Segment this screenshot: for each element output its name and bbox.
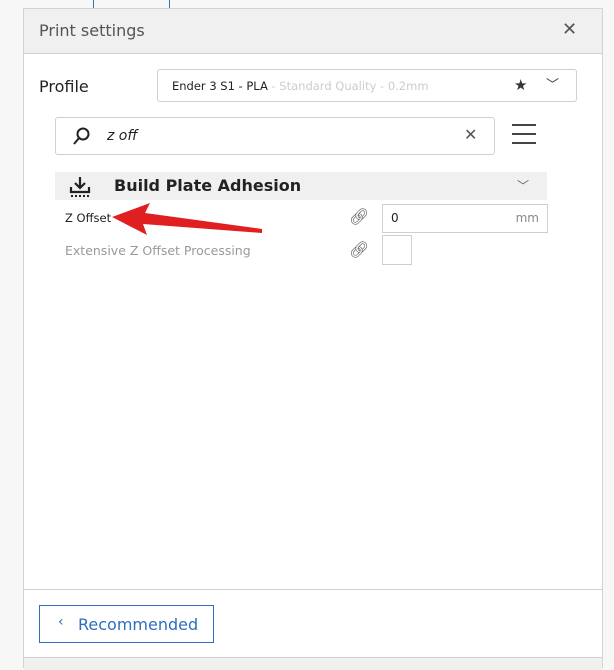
profile-printer: Ender 3 S1 - PLA [172, 79, 268, 93]
extensive-z-offset-checkbox[interactable] [382, 235, 412, 265]
profile-dropdown[interactable]: Ender 3 S1 - PLA - Standard Quality - 0.… [157, 69, 577, 102]
setting-label-z-offset: Z Offset [65, 211, 112, 225]
footer-divider [24, 589, 602, 590]
background-line [93, 0, 94, 8]
recommended-button[interactable]: ‹ Recommended [39, 605, 214, 643]
setting-label-extensive-z-offset: Extensive Z Offset Processing [65, 243, 251, 258]
panel-header: Print settings ✕ [24, 9, 602, 54]
background-line [169, 0, 170, 8]
resize-handle[interactable] [24, 657, 602, 670]
build-plate-adhesion-icon [69, 177, 91, 197]
settings-menu-button[interactable] [512, 124, 536, 144]
close-icon[interactable]: ✕ [562, 19, 577, 40]
chevron-down-icon: ﹀ [546, 78, 560, 93]
z-offset-input[interactable]: 0 mm [382, 204, 548, 233]
category-title: Build Plate Adhesion [114, 176, 302, 195]
search-icon [73, 127, 90, 145]
link-icon: 🔗︎ [349, 240, 370, 259]
z-offset-value: 0 [391, 211, 399, 225]
search-value: z off [107, 128, 138, 144]
z-offset-unit: mm [515, 211, 539, 225]
panel-title: Print settings [39, 21, 145, 40]
link-icon: 🔗︎ [349, 207, 370, 226]
clear-search-icon[interactable]: ✕ [464, 125, 477, 144]
annotation-arrow [112, 203, 262, 235]
category-build-plate-adhesion[interactable]: Build Plate Adhesion ﹀ [55, 172, 547, 200]
star-icon[interactable]: ★ [514, 76, 527, 94]
recommended-label: Recommended [78, 615, 199, 634]
chevron-down-icon: ﹀ [517, 179, 530, 193]
chevron-left-icon: ‹ [58, 614, 64, 630]
profile-quality: - Standard Quality - 0.2mm [267, 79, 429, 93]
search-input[interactable]: z off ✕ [55, 117, 495, 155]
profile-label: Profile [39, 77, 89, 96]
print-settings-panel: Print settings ✕ Profile Ender 3 S1 - PL… [23, 8, 603, 670]
